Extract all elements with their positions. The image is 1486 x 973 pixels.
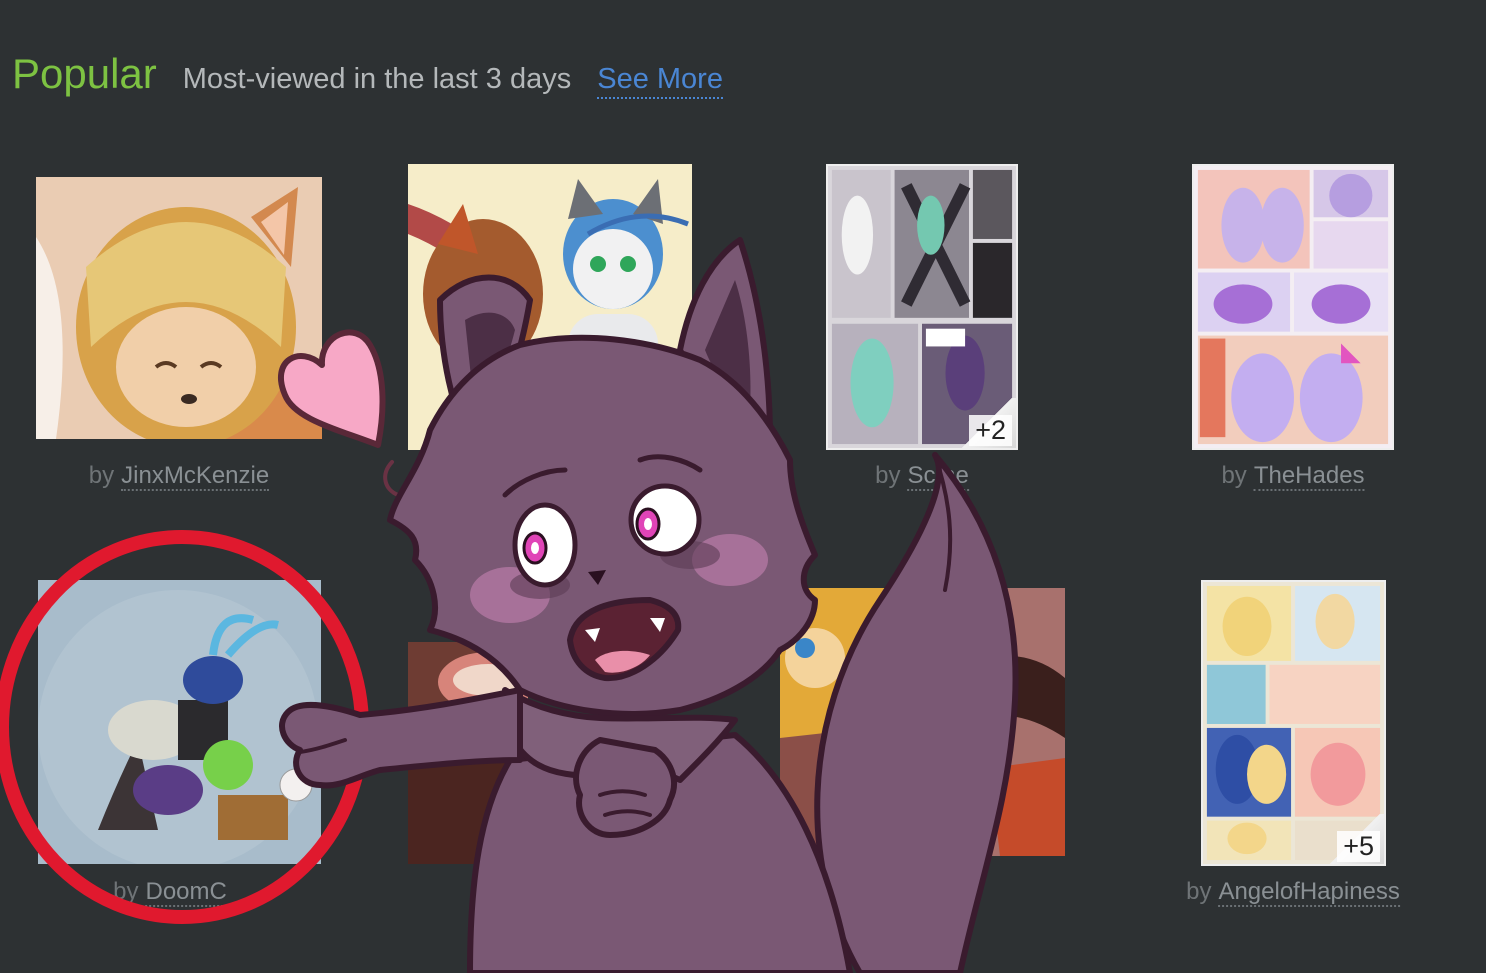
artist-caption-8: by AngelofHapiness xyxy=(1186,878,1400,907)
mascot-right-eye xyxy=(628,483,702,557)
thumbnail-5[interactable] xyxy=(38,580,321,864)
artist-caption-3: by Sc ne xyxy=(875,462,969,491)
thumbnail-8[interactable]: +5 xyxy=(1201,580,1386,866)
artist-caption-1: by JinxMcKenzie xyxy=(88,462,270,491)
section-subtitle: Most-viewed in the last 3 days xyxy=(182,63,572,95)
popular-gallery-page: Popular Most-viewed in the last 3 days S… xyxy=(0,0,1486,973)
artist-link[interactable]: Sc ne xyxy=(907,462,969,491)
page-count-badge: +2 xyxy=(969,415,1012,446)
section-title: Popular xyxy=(12,50,157,97)
artist-caption-5: by DoomC xyxy=(113,878,227,907)
see-more-link[interactable]: See More xyxy=(597,63,723,99)
thumbnail-3[interactable]: +2 xyxy=(826,164,1018,450)
section-header: Popular Most-viewed in the last 3 days S… xyxy=(12,50,723,110)
artist-link[interactable]: AngelofHapiness xyxy=(1218,878,1400,907)
artist-link[interactable]: JinxMcKenzie xyxy=(121,462,270,491)
thumbnail-6[interactable] xyxy=(408,642,528,864)
artist-caption-4: by TheHades xyxy=(1221,462,1365,491)
artist-link[interactable]: TheHades xyxy=(1253,462,1365,491)
thumbnail-1[interactable] xyxy=(36,177,322,439)
thumbnail-7[interactable] xyxy=(780,588,1065,856)
page-count-badge: +5 xyxy=(1337,831,1380,862)
thumbnail-2[interactable] xyxy=(408,164,692,450)
mascot-left-eye xyxy=(512,502,578,588)
artist-caption-6: by xyxy=(478,878,505,905)
thumbnail-4[interactable] xyxy=(1192,164,1394,450)
artist-link[interactable]: DoomC xyxy=(145,878,227,907)
